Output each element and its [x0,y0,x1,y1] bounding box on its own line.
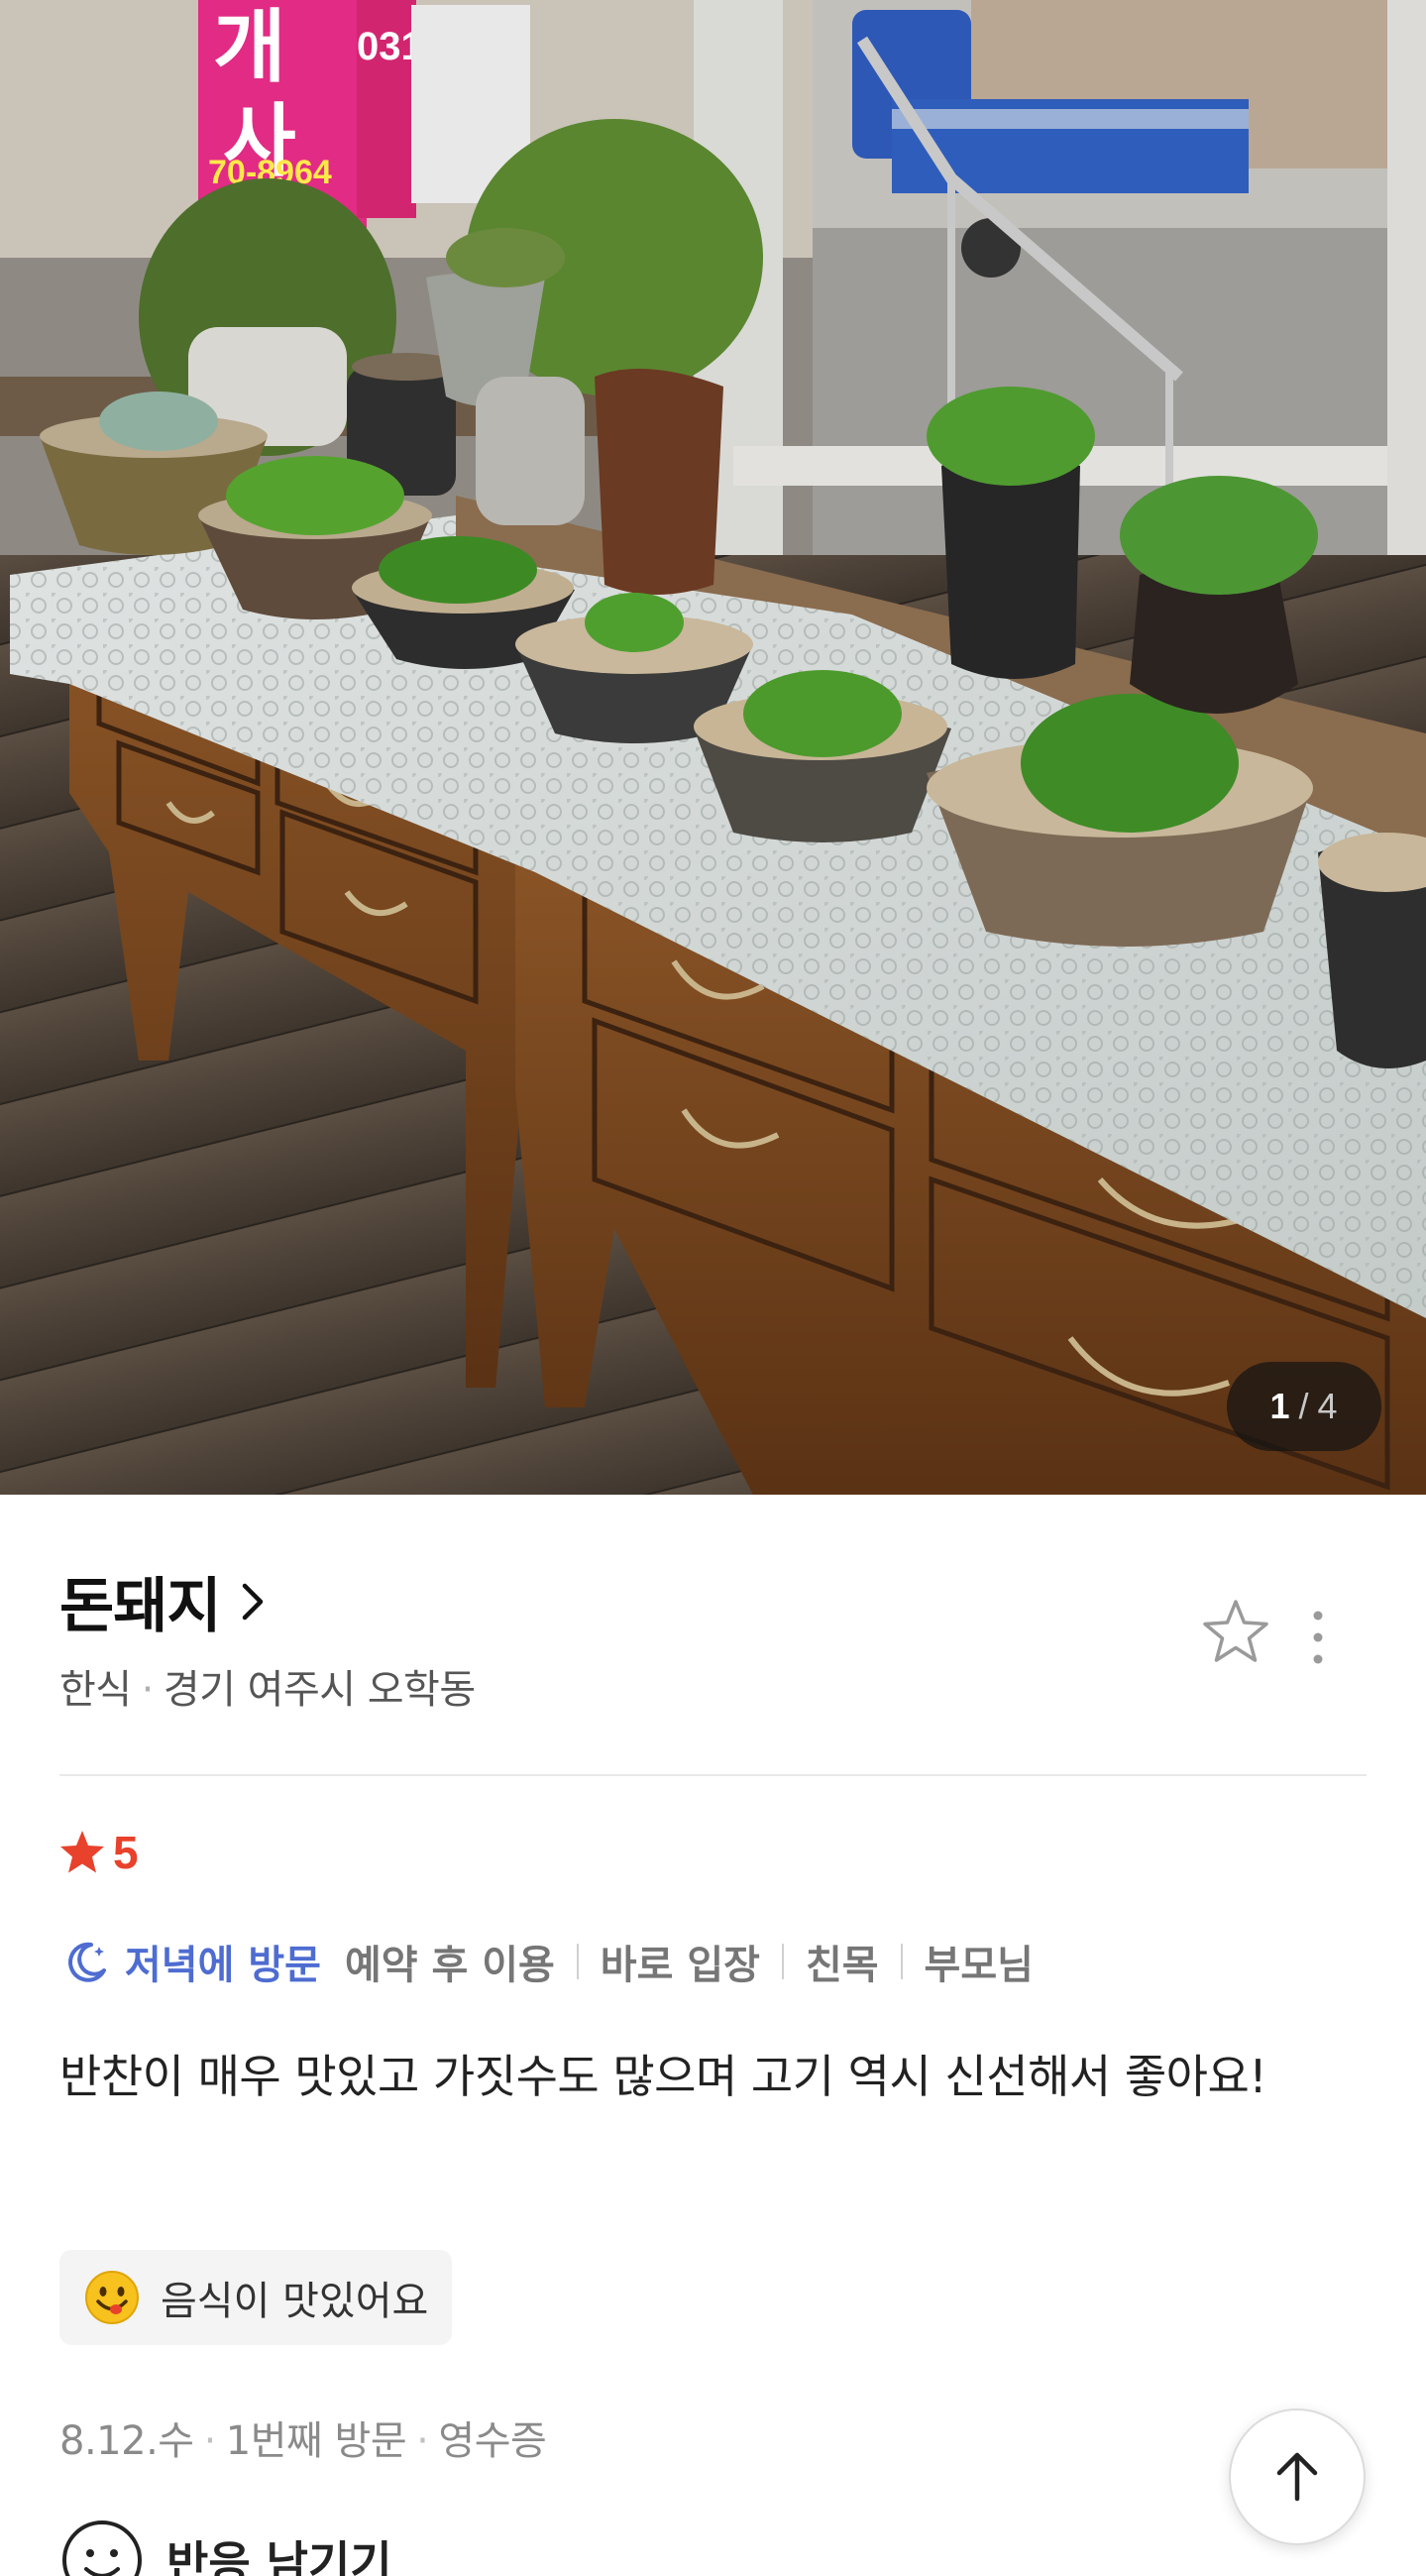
place-category: 한식 [59,1667,132,1713]
review-photo: 개 사 70-8964 031 [0,0,1426,1495]
chevron-right-icon [242,1583,263,1620]
place-name: 돈돼지 [59,1572,222,1641]
photo-total-count: 4 [1317,1386,1339,1426]
meta-separator: · [416,2418,429,2464]
more-vertical-icon[interactable] [1298,1606,1338,1669]
photo-current-index: 1 [1269,1386,1291,1426]
photo-counter: 1 / 4 [1227,1362,1381,1451]
visit-time: 저녁에 방문 [125,1943,321,1988]
arrow-up-icon [1276,2452,1318,2502]
leave-reaction-button[interactable]: 반응 남기기 [59,2518,392,2576]
review-footer-meta: 8.12.수 · 1번째 방문 · 영수증 [59,2408,547,2466]
place-meta: 한식 · 경기 여주시 오학동 [59,1657,476,1715]
place-title-link[interactable]: 돈돼지 [59,1558,269,1644]
star-filled-icon [60,1831,104,1873]
sign-text-1: 개 [213,1,286,93]
section-divider [59,1774,1367,1776]
visit-tag: 부모님 [924,1943,1034,1988]
reaction-label: 반응 남기기 [166,2536,392,2576]
review-text: 반찬이 매우 맛있고 가짓수도 많으며 고기 역시 신선해서 좋아요! [59,2050,1267,2103]
visit-tag: 친목 [805,1943,879,1988]
smiley-emoji-icon [85,2271,139,2324]
meta-separator: · [203,2418,217,2464]
review-date: 8.12.수 [59,2418,194,2464]
photo-counter-separator: / [1298,1386,1310,1426]
visit-tag: 예약 후 이용 [344,1943,555,1988]
place-location: 경기 여주시 오학동 [163,1667,476,1713]
tag-separator [781,1944,784,1979]
keyword-label: 음식이 맛있어요 [161,2279,429,2324]
scroll-to-top-button[interactable] [1229,2408,1366,2545]
rating-value: 5 [113,1827,139,1878]
tag-separator [900,1944,903,1979]
review-photo-carousel[interactable]: 개 사 70-8964 031 1 / 4 [0,0,1426,1495]
visit-tag: 바로 입장 [600,1943,760,1988]
tag-separator [576,1944,579,1979]
moon-icon [68,1942,106,1982]
visit-count: 1번째 방문 [225,2418,407,2464]
meta-separator: · [141,1667,155,1713]
review-rating: 5 [57,1826,139,1879]
star-outline-icon[interactable] [1199,1596,1272,1669]
visit-tags: 저녁에 방문 예약 후 이용 바로 입장 친목 부모님 [61,1933,1034,1990]
smile-face-icon [62,2520,142,2576]
verification-type: 영수증 [438,2418,547,2464]
keyword-chip: 음식이 맛있어요 [59,2250,453,2345]
